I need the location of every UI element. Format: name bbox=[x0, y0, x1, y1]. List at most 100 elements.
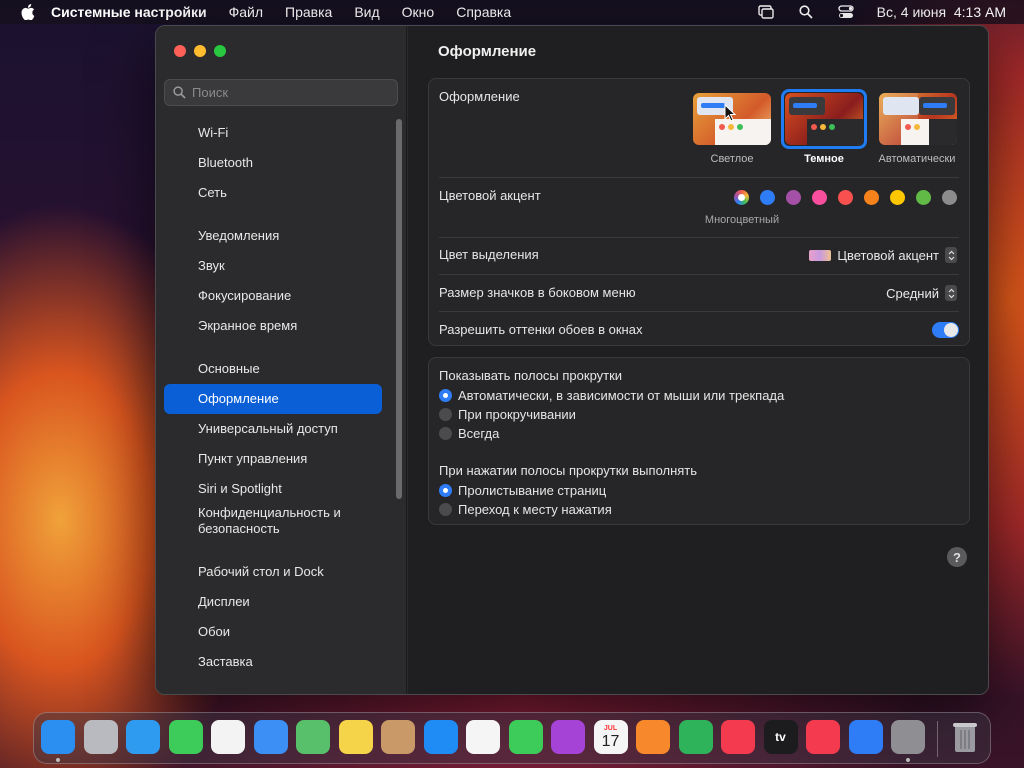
sidebar-item[interactable]: Пункт управления bbox=[164, 444, 382, 474]
help-button[interactable]: ? bbox=[947, 547, 967, 567]
search-input[interactable] bbox=[192, 85, 382, 100]
tv-icon[interactable]: tv bbox=[763, 720, 798, 754]
sidebar-item[interactable]: Звук bbox=[164, 251, 382, 281]
menu-window[interactable]: Окно bbox=[402, 4, 435, 20]
close-window-button[interactable] bbox=[174, 45, 186, 57]
click-jump-radio[interactable]: Переход к месту нажатия bbox=[439, 502, 612, 517]
sidebar: Wi-Fi Bluetooth Сеть Уведомления Звук Фокусир… bbox=[156, 26, 407, 694]
calendar-icon[interactable]: JUL 17 bbox=[593, 720, 628, 754]
screen-mirroring-icon[interactable] bbox=[757, 3, 775, 21]
accent-green-swatch[interactable] bbox=[916, 190, 931, 205]
accent-yellow-swatch[interactable] bbox=[890, 190, 905, 205]
scrollbars-always-radio[interactable]: Всегда bbox=[439, 426, 499, 441]
apple-menu-icon[interactable] bbox=[19, 3, 37, 21]
sidebar-item[interactable]: Сеть bbox=[164, 178, 382, 208]
dark-preview bbox=[785, 93, 863, 145]
appearance-dark-option[interactable] bbox=[781, 89, 867, 149]
accent-multicolor-swatch[interactable] bbox=[734, 190, 749, 205]
wallpaper-tint-toggle[interactable] bbox=[932, 322, 959, 338]
menu-edit[interactable]: Правка bbox=[285, 4, 332, 20]
sidebar-item[interactable]: Экранное время bbox=[164, 311, 382, 341]
sidebar-item[interactable]: Основные bbox=[164, 354, 382, 384]
menu-view[interactable]: Вид bbox=[354, 4, 379, 20]
news-icon[interactable] bbox=[806, 720, 840, 754]
sidebar-icon-size-label: Размер значков в боковом меню bbox=[439, 285, 636, 300]
maps-icon[interactable] bbox=[296, 720, 330, 754]
sidebar-item[interactable]: Дисплеи bbox=[164, 587, 382, 617]
click-next-page-radio[interactable]: Пролистывание страниц bbox=[439, 483, 606, 498]
highlight-swatch bbox=[809, 249, 832, 261]
sidebar-item[interactable]: Siri и Spotlight bbox=[164, 474, 382, 504]
accent-pink-swatch[interactable] bbox=[812, 190, 827, 205]
sidebar-item[interactable]: Универсальный доступ bbox=[164, 414, 382, 444]
scrollbars-scrolling-radio[interactable]: При прокручивании bbox=[439, 407, 576, 422]
sidebar-item-label: Фокусирование bbox=[198, 288, 292, 303]
main-pane: Оформление Оформление Светлое Темное Авт… bbox=[408, 26, 988, 694]
system-settings-icon[interactable] bbox=[891, 720, 925, 754]
sidebar-item[interactable]: Фокусирование bbox=[164, 281, 382, 311]
sidebar-item[interactable]: Рабочий стол и Dock bbox=[164, 557, 382, 587]
sidebar-item-label: Сеть bbox=[198, 185, 227, 200]
running-indicator bbox=[906, 758, 910, 762]
sidebar-item-label: Заставка bbox=[198, 654, 253, 669]
menubar-clock[interactable]: Вс, 4 июня 4:13 AM bbox=[877, 4, 1006, 20]
chevron-updown-icon bbox=[945, 247, 957, 263]
radio-label: Автоматически, в зависимости от мыши или… bbox=[458, 388, 785, 403]
finder-icon[interactable] bbox=[41, 720, 75, 754]
messages-icon[interactable] bbox=[168, 720, 203, 754]
app-store-icon[interactable] bbox=[423, 720, 458, 754]
sidebar-item[interactable]: Wi-Fi bbox=[164, 118, 382, 148]
trash-icon[interactable] bbox=[948, 720, 982, 754]
sidebar-item[interactable]: Конфиденциальность и безопасность bbox=[164, 501, 382, 541]
sidebar-scrollbar[interactable] bbox=[396, 119, 402, 499]
contacts-icon[interactable] bbox=[381, 720, 415, 754]
appearance-auto-option[interactable] bbox=[875, 89, 961, 149]
search-icon bbox=[173, 86, 186, 99]
find-my-icon[interactable] bbox=[678, 720, 713, 754]
sidebar-icon-size-popup[interactable]: Средний bbox=[886, 285, 957, 301]
accent-caption: Многоцветный bbox=[704, 214, 780, 226]
system-settings-window: Wi-Fi Bluetooth Сеть Уведомления Звук Фокусир… bbox=[155, 25, 989, 695]
minimize-window-button[interactable] bbox=[194, 45, 206, 57]
sidebar-item[interactable]: Оформление bbox=[164, 384, 382, 414]
facetime-icon[interactable] bbox=[508, 720, 543, 754]
menu-file[interactable]: Файл bbox=[229, 4, 263, 20]
launchpad-icon[interactable] bbox=[83, 720, 118, 754]
sidebar-item[interactable]: Bluetooth bbox=[164, 148, 382, 178]
sidebar-item-label: Экранное время bbox=[198, 318, 298, 333]
radio-label: Переход к месту нажатия bbox=[458, 502, 612, 517]
divider bbox=[439, 237, 959, 238]
accent-blue-swatch[interactable] bbox=[760, 190, 775, 205]
books-icon[interactable] bbox=[636, 720, 670, 754]
sidebar-item-label: Дисплеи bbox=[198, 594, 250, 609]
safari-icon[interactable] bbox=[126, 720, 160, 754]
sidebar-item[interactable]: Обои bbox=[164, 617, 382, 647]
search-field[interactable] bbox=[164, 79, 398, 106]
auto-preview bbox=[879, 93, 957, 145]
zoom-window-button[interactable] bbox=[214, 45, 226, 57]
accent-graphite-swatch[interactable] bbox=[942, 190, 957, 205]
menu-app-name[interactable]: Системные настройки bbox=[51, 4, 207, 20]
divider bbox=[439, 274, 959, 275]
menu-help[interactable]: Справка bbox=[456, 4, 511, 20]
music-icon[interactable] bbox=[721, 720, 755, 754]
mail-icon[interactable] bbox=[253, 720, 288, 754]
sidebar-item[interactable]: Заставка bbox=[164, 647, 382, 677]
sidebar-item-label: Bluetooth bbox=[198, 155, 253, 170]
sidebar-item[interactable]: Уведомления bbox=[164, 221, 382, 251]
reminders-icon[interactable] bbox=[466, 720, 500, 754]
spotlight-search-icon[interactable] bbox=[797, 3, 815, 21]
accent-purple-swatch[interactable] bbox=[786, 190, 801, 205]
control-center-icon[interactable] bbox=[837, 3, 855, 21]
highlight-color-popup[interactable]: Цветовой акцент bbox=[809, 247, 957, 263]
notes-icon[interactable] bbox=[338, 720, 373, 754]
radio-icon bbox=[439, 503, 452, 516]
tv-label: tv bbox=[775, 730, 786, 744]
appearance-dark-label: Темное bbox=[804, 153, 844, 165]
accent-orange-swatch[interactable] bbox=[864, 190, 879, 205]
accent-red-swatch[interactable] bbox=[838, 190, 853, 205]
keynote-icon[interactable] bbox=[848, 720, 883, 754]
scrollbars-auto-radio[interactable]: Автоматически, в зависимости от мыши или… bbox=[439, 388, 784, 403]
podcasts-icon[interactable] bbox=[551, 720, 585, 754]
photos-icon[interactable] bbox=[211, 720, 245, 754]
